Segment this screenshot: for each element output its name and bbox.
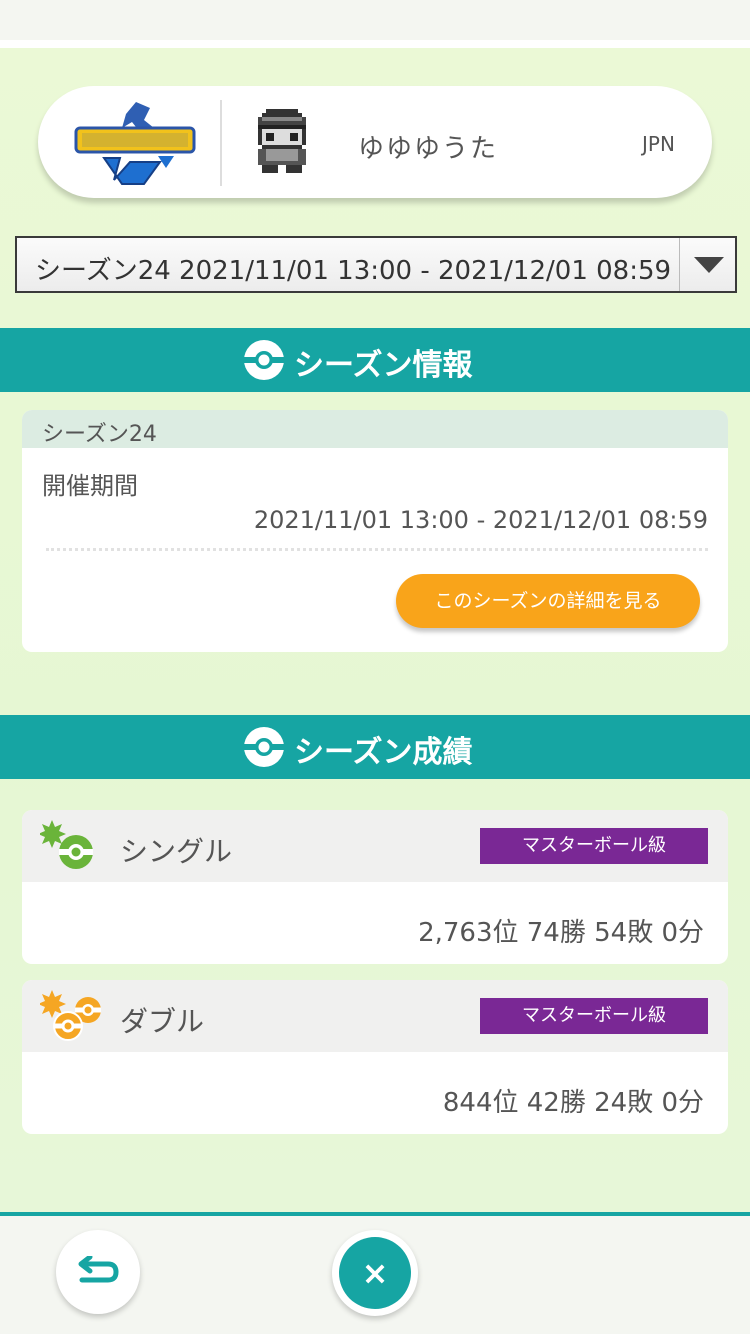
single-battle-head: シングル マスターボール級: [22, 810, 728, 882]
player-name: ゆゆゆうた: [358, 134, 499, 164]
season-info-header: シーズン情報: [0, 328, 750, 392]
close-button[interactable]: ×: [332, 1230, 418, 1316]
double-battle-icon: [40, 990, 101, 1041]
close-icon: ×: [339, 1237, 411, 1309]
season-detail-button[interactable]: このシーズンの詳細を見る: [396, 574, 700, 628]
back-button[interactable]: [56, 1230, 140, 1314]
profile-card: ゆゆゆうた JPN: [38, 86, 712, 198]
season-name-bar: シーズン24: [22, 410, 728, 448]
profile-divider: [220, 100, 222, 186]
season-results-header: シーズン成績: [0, 715, 750, 779]
region-code: JPN: [642, 132, 675, 156]
season-name: シーズン24: [42, 422, 157, 447]
select-arrow-box: [679, 238, 735, 291]
double-battle-card: ダブル マスターボール級 844位 42勝 24敗 0分: [22, 980, 728, 1134]
double-battle-head: ダブル マスターボール級: [22, 980, 728, 1052]
double-rank-badge: マスターボール級: [480, 998, 708, 1034]
period-value: 2021/11/01 13:00 - 2021/12/01 08:59: [253, 506, 708, 534]
dotted-divider: [46, 548, 708, 551]
single-battle-result: 2,763位 74勝 54敗 0分: [418, 918, 704, 948]
single-battle-card: シングル マスターボール級 2,763位 74勝 54敗 0分: [22, 810, 728, 964]
double-battle-result: 844位 42勝 24敗 0分: [442, 1088, 704, 1118]
pokeball-icon: [244, 340, 284, 380]
chevron-down-icon: [694, 257, 724, 273]
footer-bar: ×: [0, 1216, 750, 1334]
season-info-title: シーズン情報: [294, 348, 473, 383]
single-rank-badge: マスターボール級: [480, 828, 708, 864]
season-info-card: シーズン24 開催期間 2021/11/01 13:00 - 2021/12/0…: [22, 410, 728, 652]
season-results-title: シーズン成績: [294, 735, 473, 770]
pokeball-icon: [244, 727, 284, 767]
single-battle-name: シングル: [120, 835, 233, 868]
double-battle-name: ダブル: [120, 1005, 205, 1038]
season-select[interactable]: シーズン24 2021/11/01 13:00 - 2021/12/01 08:…: [15, 236, 737, 293]
top-divider: [0, 40, 750, 48]
season-select-value: シーズン24 2021/11/01 13:00 - 2021/12/01 08:…: [35, 256, 672, 286]
top-bar: [0, 0, 750, 40]
period-label: 開催期間: [42, 472, 138, 500]
game-logo: [74, 98, 200, 188]
return-arrow-icon: [78, 1256, 119, 1283]
single-battle-icon: [40, 820, 93, 869]
player-avatar: [250, 108, 314, 174]
